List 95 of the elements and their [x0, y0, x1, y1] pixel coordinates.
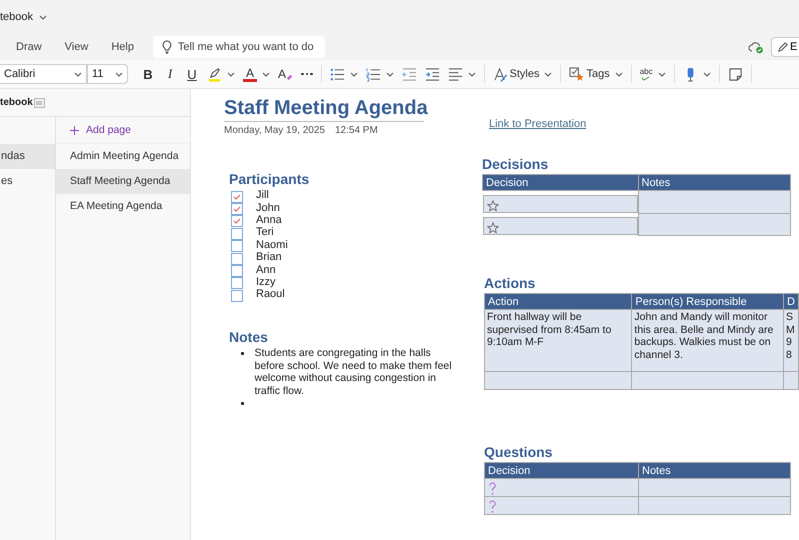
section-item[interactable]: es	[0, 169, 55, 194]
indent-icon	[424, 66, 440, 82]
notebook-title[interactable]: tebook	[0, 11, 34, 23]
section-heading: Actions	[484, 275, 536, 291]
chevron-icon	[386, 72, 394, 76]
checkbox[interactable]	[231, 215, 243, 228]
styles-icon	[492, 66, 508, 82]
participant-name: Izzy	[256, 276, 276, 288]
chevron-icon	[115, 72, 123, 76]
italic-button[interactable]: I	[160, 63, 180, 85]
table-cell-text: John and Mandy will monitor this area. Belle and Mindy are backups. Walkies must be on channel 3.	[634, 311, 774, 361]
chevron-icon	[227, 72, 235, 76]
participant-name: Teri	[256, 226, 274, 238]
section-heading: Questions	[484, 444, 554, 460]
bullet-icon	[241, 352, 244, 354]
question-mark-icon	[488, 500, 497, 514]
chevron-icon	[544, 72, 552, 76]
column-header: Decision	[482, 174, 638, 190]
chevron-icon	[74, 72, 82, 76]
table-cell: S M 9 8	[786, 311, 796, 361]
sticky-note-icon	[728, 66, 743, 82]
numbered-list-icon	[366, 66, 381, 82]
search-field[interactable]: Tell me what you want to do	[152, 36, 325, 58]
check-icon	[641, 76, 652, 80]
participant-name: Brian	[256, 251, 282, 264]
font-size-field[interactable]: 11	[87, 64, 128, 84]
star-icon	[486, 200, 498, 212]
page-item[interactable]: Staff Meeting Agenda	[56, 169, 190, 194]
participant-name: Raoul	[256, 288, 285, 300]
font-field[interactable]: Calibri	[0, 64, 87, 84]
page-time: 12:54 PM	[335, 125, 378, 136]
column-header: Notes	[638, 174, 790, 190]
star-icon	[486, 222, 498, 234]
note-text: Students are congregating in the halls before school. We need to make them feel welcome without causing congestion in traffic flow.	[254, 347, 453, 397]
eraser-icon	[286, 74, 294, 81]
chevron-icon	[658, 72, 666, 76]
chevron-icon	[702, 72, 711, 76]
checkbox[interactable]	[231, 203, 243, 216]
section-heading: Participants	[229, 171, 310, 187]
outdent-icon	[402, 66, 417, 82]
plus-icon	[70, 126, 79, 134]
highlighter-icon	[207, 66, 222, 82]
chevron-icon	[262, 72, 270, 76]
pencil-icon	[777, 42, 788, 52]
page-item[interactable]: Admin Meeting Agenda	[56, 144, 190, 169]
edit-button[interactable]: E	[771, 37, 799, 57]
cloud-sync-icon[interactable]	[748, 40, 764, 54]
column-header: Person(s) Responsible	[632, 294, 784, 310]
checkbox[interactable]	[231, 277, 243, 290]
notebook-name[interactable]: tebook	[0, 97, 33, 108]
section-heading: Notes	[229, 329, 269, 345]
participant-name: Ann	[256, 264, 276, 276]
menu-tab[interactable]: Help	[111, 41, 134, 53]
bullet-icon	[241, 402, 244, 404]
chevron-icon	[614, 72, 623, 76]
participant-name: Jill	[256, 189, 269, 202]
participant-name: Naomi	[256, 238, 288, 251]
page-date: Monday, May 19, 2025	[224, 125, 325, 136]
check-icon	[232, 192, 242, 202]
clear-format-button[interactable]: A	[275, 63, 296, 85]
align-icon	[448, 66, 463, 82]
styles-button[interactable]: Styles	[490, 63, 556, 85]
tags-button[interactable]: Tags	[566, 63, 626, 85]
chevron-icon	[468, 72, 476, 76]
checkbox[interactable]	[231, 252, 243, 265]
check-icon	[232, 216, 242, 226]
presentation-link[interactable]: Link to Presentation	[489, 118, 586, 130]
spelling-button[interactable]: abc	[636, 63, 669, 85]
section-item[interactable]: ndas	[0, 144, 55, 169]
page-item[interactable]: EA Meeting Agenda	[56, 194, 190, 219]
checkbox-star-icon	[569, 66, 584, 82]
checkbox[interactable]	[231, 228, 243, 240]
lightbulb-icon	[162, 40, 172, 54]
checkbox[interactable]	[231, 190, 243, 203]
table-cell-text: Front hallway will be supervised from 8:45am to 9:10am M-F	[487, 311, 612, 348]
checkbox[interactable]	[231, 290, 243, 302]
column-header: Notes	[638, 462, 790, 478]
checkbox[interactable]	[231, 240, 243, 252]
bold-button[interactable]: B	[138, 63, 158, 85]
chevron-icon	[39, 14, 48, 20]
menu-tab[interactable]: View	[64, 41, 88, 53]
check-icon	[232, 204, 242, 214]
column-header: Action	[484, 294, 632, 310]
column-header: D	[784, 294, 798, 310]
bullet-list-icon	[330, 66, 345, 82]
section-heading: Decisions	[482, 156, 550, 172]
participant-name: John	[256, 202, 280, 214]
underline-button[interactable]: U	[182, 63, 202, 85]
font-color-button[interactable]: A	[240, 63, 273, 85]
participant-name: Anna	[256, 214, 282, 226]
menu-tab[interactable]: Draw	[16, 41, 42, 53]
chevron-icon	[350, 72, 358, 76]
question-mark-icon	[488, 482, 497, 496]
checkbox[interactable]	[231, 265, 243, 278]
column-header: Decision	[484, 462, 638, 478]
